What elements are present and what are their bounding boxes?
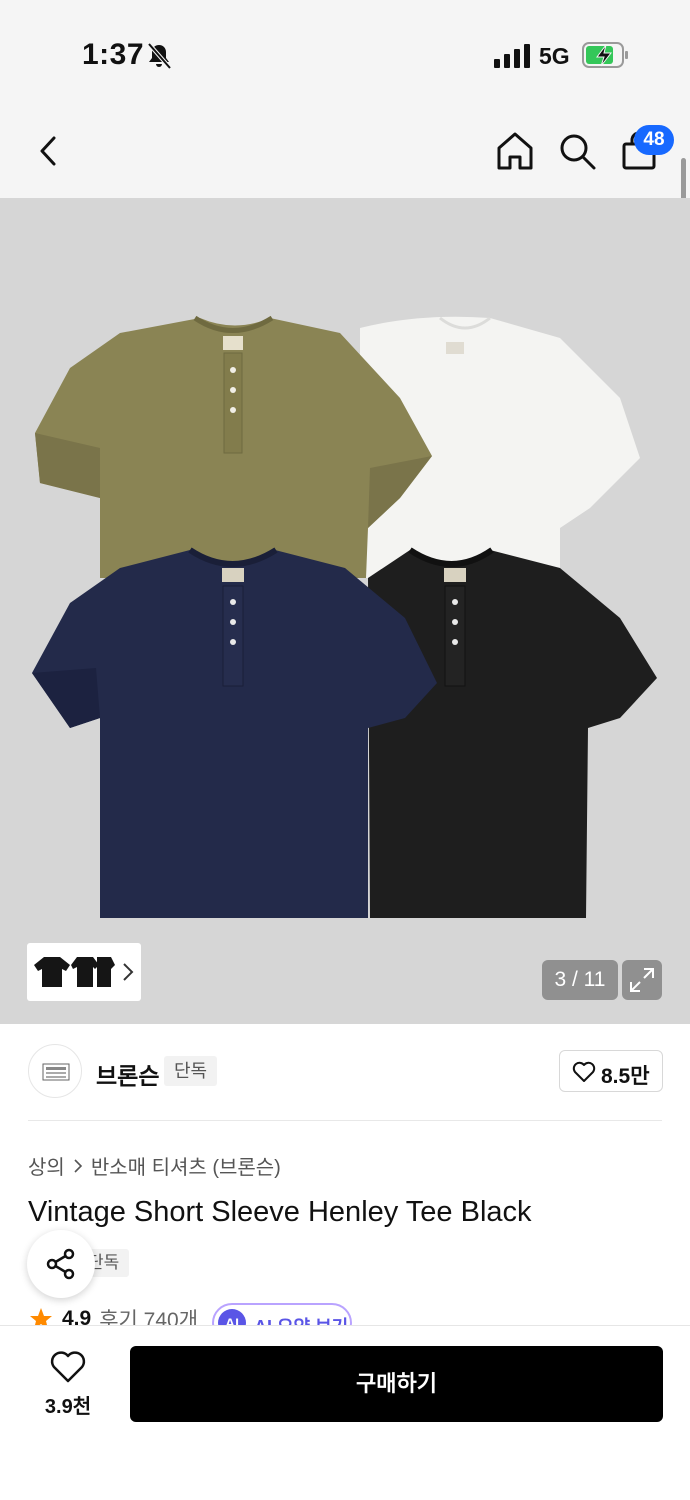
- breadcrumb-subcategory[interactable]: 반소매 티셔츠 (브론슨): [91, 1151, 281, 1180]
- brand-exclusive-tag: 단독: [164, 1056, 218, 1086]
- thumbnail-strip[interactable]: [27, 943, 141, 1001]
- status-time: 1:37: [82, 38, 145, 71]
- brand-like-count: 8.5만: [601, 1065, 650, 1088]
- nav-bar: [0, 100, 690, 198]
- battery-charging-icon: [582, 42, 628, 68]
- thumbnail-image[interactable]: [95, 951, 115, 991]
- share-icon: [46, 1248, 75, 1280]
- thumbnail-image[interactable]: [32, 951, 72, 991]
- share-button[interactable]: [27, 1230, 95, 1298]
- brand-like-button[interactable]: 8.5만: [559, 1050, 663, 1092]
- status-bar: 1:37 5G: [0, 0, 690, 100]
- breadcrumb: 상의 반소매 티셔츠 (브론슨): [28, 1151, 281, 1180]
- search-icon[interactable]: [556, 130, 598, 172]
- wishlist-count: 3.9천: [44, 1396, 92, 1418]
- divider: [28, 1120, 662, 1121]
- black-shirt-image: [368, 547, 657, 918]
- product-title: Vintage Short Sleeve Henley Tee Black: [28, 1196, 532, 1228]
- back-icon[interactable]: [30, 130, 70, 172]
- bottom-action-bar: 3.9천 구매하기: [0, 1325, 690, 1500]
- breadcrumb-category[interactable]: 상의: [28, 1151, 65, 1180]
- wishlist-button[interactable]: 3.9천: [32, 1350, 104, 1420]
- brand-logo-mark: [42, 1063, 70, 1081]
- chevron-right-icon[interactable]: [121, 961, 135, 983]
- network-label: 5G: [539, 43, 570, 69]
- cart-count-badge: 48: [634, 125, 674, 155]
- chevron-right-icon: [74, 1158, 82, 1173]
- buy-button[interactable]: 구매하기: [130, 1346, 663, 1422]
- brand-logo[interactable]: [28, 1044, 82, 1098]
- bell-off-icon: [147, 42, 172, 70]
- heart-icon: [572, 1061, 596, 1082]
- product-image-gallery[interactable]: 3 / 11: [0, 198, 690, 1024]
- expand-icon: [630, 968, 654, 992]
- product-image: [32, 315, 657, 918]
- image-counter: 3 / 11: [542, 960, 618, 1000]
- home-icon[interactable]: [494, 130, 536, 172]
- expand-button[interactable]: [622, 960, 662, 1000]
- brand-name[interactable]: 브론슨: [96, 1057, 159, 1091]
- signal-icon: [494, 44, 530, 68]
- heart-icon: [50, 1351, 86, 1383]
